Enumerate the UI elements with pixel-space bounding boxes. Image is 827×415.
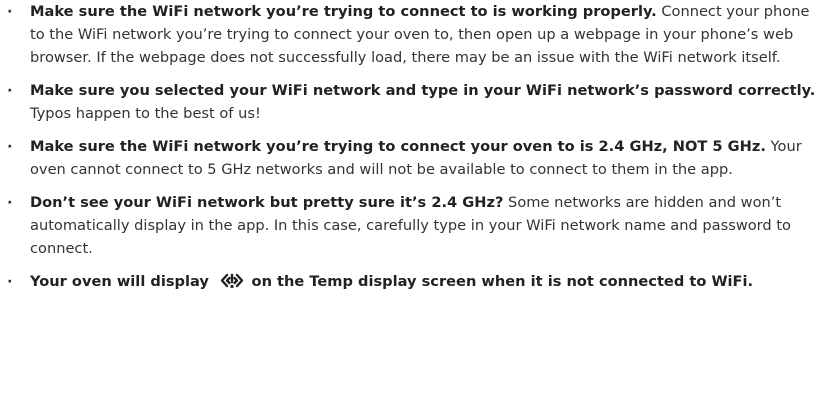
- item-heading: Make sure you selected your WiFi network…: [30, 82, 816, 99]
- bullet: ·: [7, 273, 13, 290]
- bullet: ·: [7, 82, 13, 99]
- list-item: · Don’t see your WiFi network but pretty…: [0, 191, 827, 260]
- item-heading: Make sure the WiFi network you’re trying…: [30, 3, 657, 20]
- bullet: ·: [7, 3, 13, 20]
- item-text: Typos happen to the best of us!: [30, 105, 261, 122]
- list-item: · Your oven will display on the Temp dis…: [0, 270, 827, 297]
- list-item: · Make sure you selected your WiFi netwo…: [0, 79, 827, 125]
- bullet: ·: [7, 138, 13, 155]
- item-heading: Make sure the WiFi network you’re trying…: [30, 138, 766, 155]
- list-item: · Make sure the WiFi network you’re tryi…: [0, 0, 827, 69]
- item-heading: Don’t see your WiFi network but pretty s…: [30, 194, 504, 211]
- item-heading-after-icon: on the Temp display screen when it is no…: [251, 273, 754, 290]
- bullet: ·: [7, 194, 13, 211]
- wifi-disconnected-icon: [220, 272, 244, 297]
- list-item: · Make sure the WiFi network you’re tryi…: [0, 135, 827, 181]
- item-heading-before-icon: Your oven will display: [30, 273, 209, 290]
- troubleshooting-list: · Make sure the WiFi network you’re tryi…: [0, 0, 827, 297]
